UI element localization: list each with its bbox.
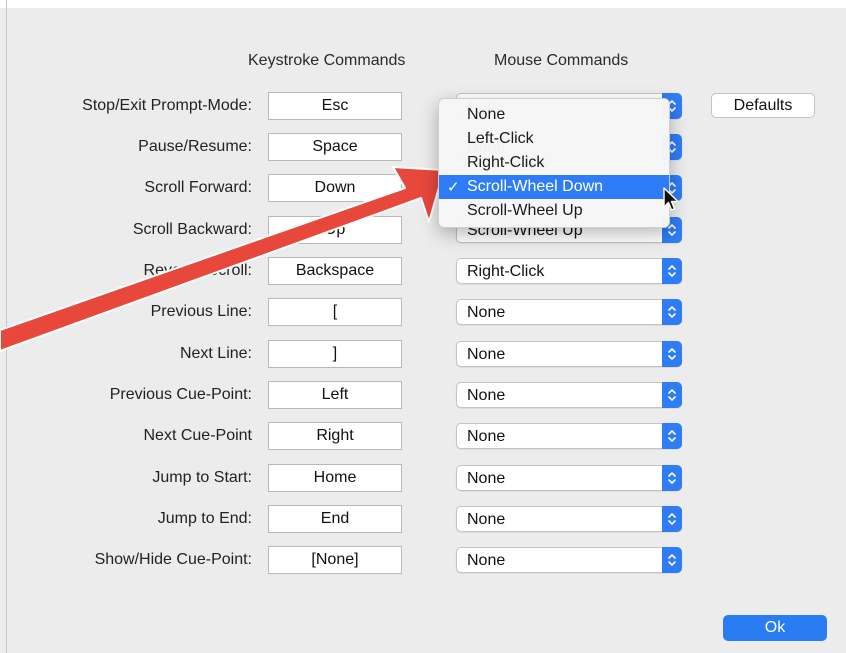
row-label: Previous Line:	[150, 303, 252, 320]
menu-item[interactable]: Left-Click	[439, 127, 669, 151]
mouse-command-popup[interactable]: None	[456, 341, 682, 367]
mouse-command-popup[interactable]: None	[456, 382, 682, 408]
keystroke-field[interactable]: Down	[268, 174, 402, 202]
row-label: Scroll Forward:	[144, 179, 252, 196]
popup-value: None	[467, 387, 506, 404]
menu-item[interactable]: None	[439, 103, 669, 127]
keystroke-value: [None]	[311, 551, 359, 568]
keystroke-field[interactable]: Up	[268, 216, 402, 244]
mouse-command-popup[interactable]: None	[456, 506, 682, 532]
up-down-chevron-icon[interactable]	[662, 382, 682, 408]
menu-item[interactable]: Scroll-Wheel Up	[439, 199, 669, 223]
row-label: Next Line:	[179, 345, 252, 362]
keystroke-field[interactable]: Home	[268, 464, 402, 492]
keystroke-commands-header: Keystroke Commands	[248, 52, 406, 69]
keystroke-field[interactable]: Esc	[268, 92, 402, 120]
row-label: Next Cue-Point	[143, 427, 253, 444]
keystroke-value: Space	[312, 138, 358, 155]
row-label: Previous Cue-Point:	[109, 386, 252, 403]
menu-item-label: Right-Click	[467, 154, 545, 171]
keystroke-value: Up	[324, 221, 346, 238]
mouse-command-popup[interactable]: None	[456, 465, 682, 491]
keystroke-value: End	[320, 510, 350, 527]
row-label: Scroll Backward:	[132, 221, 252, 238]
mouse-command-dropdown-menu[interactable]: None Left-Click Right-Click ✓ Scroll-Wheel D…	[438, 98, 670, 228]
keystroke-field[interactable]: [None]	[268, 546, 402, 574]
up-down-chevron-icon[interactable]	[662, 423, 682, 449]
up-down-chevron-icon[interactable]	[662, 506, 682, 532]
keystroke-field[interactable]: [	[268, 298, 402, 326]
keystroke-value: Down	[314, 179, 356, 196]
keystroke-field[interactable]: Left	[268, 381, 402, 409]
checkmark-icon: ✓	[447, 179, 460, 196]
mouse-commands-header: Mouse Commands	[494, 52, 629, 69]
mouse-command-popup[interactable]: None	[456, 299, 682, 325]
row-label: Jump to Start:	[152, 469, 252, 486]
keystroke-value: Home	[313, 469, 357, 486]
row-label: Pause/Resume:	[138, 138, 252, 155]
mouse-command-popup[interactable]: None	[456, 423, 682, 449]
mouse-command-popup[interactable]: Right-Click	[456, 258, 682, 284]
popup-value: None	[467, 346, 506, 363]
menu-item-label: None	[467, 106, 506, 123]
defaults-button[interactable]: Defaults	[711, 93, 815, 118]
keystroke-field[interactable]: Right	[268, 422, 402, 450]
menu-item-label: Left-Click	[467, 130, 534, 147]
keystroke-field[interactable]: ]	[268, 340, 402, 368]
keystroke-field[interactable]: Space	[268, 133, 402, 161]
keystroke-value: [	[332, 303, 338, 320]
popup-value: None	[467, 304, 506, 321]
popup-value: None	[467, 470, 506, 487]
up-down-chevron-icon[interactable]	[662, 547, 682, 573]
row-label: Show/Hide Cue-Point:	[94, 551, 252, 568]
ok-button[interactable]: Ok	[723, 615, 827, 641]
keystroke-value: Right	[316, 427, 354, 444]
menu-item-label: Scroll-Wheel Down	[467, 178, 604, 195]
row-label: Stop/Exit Prompt-Mode:	[82, 97, 252, 114]
keystroke-field[interactable]: Backspace	[268, 257, 402, 285]
window-top-edge	[0, 0, 846, 8]
row-label: Jump to End:	[157, 510, 252, 527]
row-label: Reverse Scroll:	[143, 262, 252, 279]
popup-value: None	[467, 428, 506, 445]
popup-value: Right-Click	[467, 263, 545, 280]
keystroke-value: Left	[321, 386, 349, 403]
keystroke-field[interactable]: End	[268, 505, 402, 533]
mouse-command-popup[interactable]: None	[456, 547, 682, 573]
menu-item-label: Scroll-Wheel Up	[467, 202, 583, 219]
popup-value: None	[467, 552, 506, 569]
mouse-pointer-icon	[663, 187, 679, 211]
keystroke-value: Backspace	[295, 262, 375, 279]
up-down-chevron-icon[interactable]	[662, 299, 682, 325]
menu-item[interactable]: Right-Click	[439, 151, 669, 175]
up-down-chevron-icon[interactable]	[662, 465, 682, 491]
keystroke-value: ]	[332, 345, 338, 362]
up-down-chevron-icon[interactable]	[662, 341, 682, 367]
popup-value: None	[467, 511, 506, 528]
up-down-chevron-icon[interactable]	[662, 258, 682, 284]
menu-item[interactable]: ✓ Scroll-Wheel Down	[439, 175, 669, 199]
keystroke-value: Esc	[321, 97, 349, 114]
window-left-edge	[6, 0, 7, 653]
